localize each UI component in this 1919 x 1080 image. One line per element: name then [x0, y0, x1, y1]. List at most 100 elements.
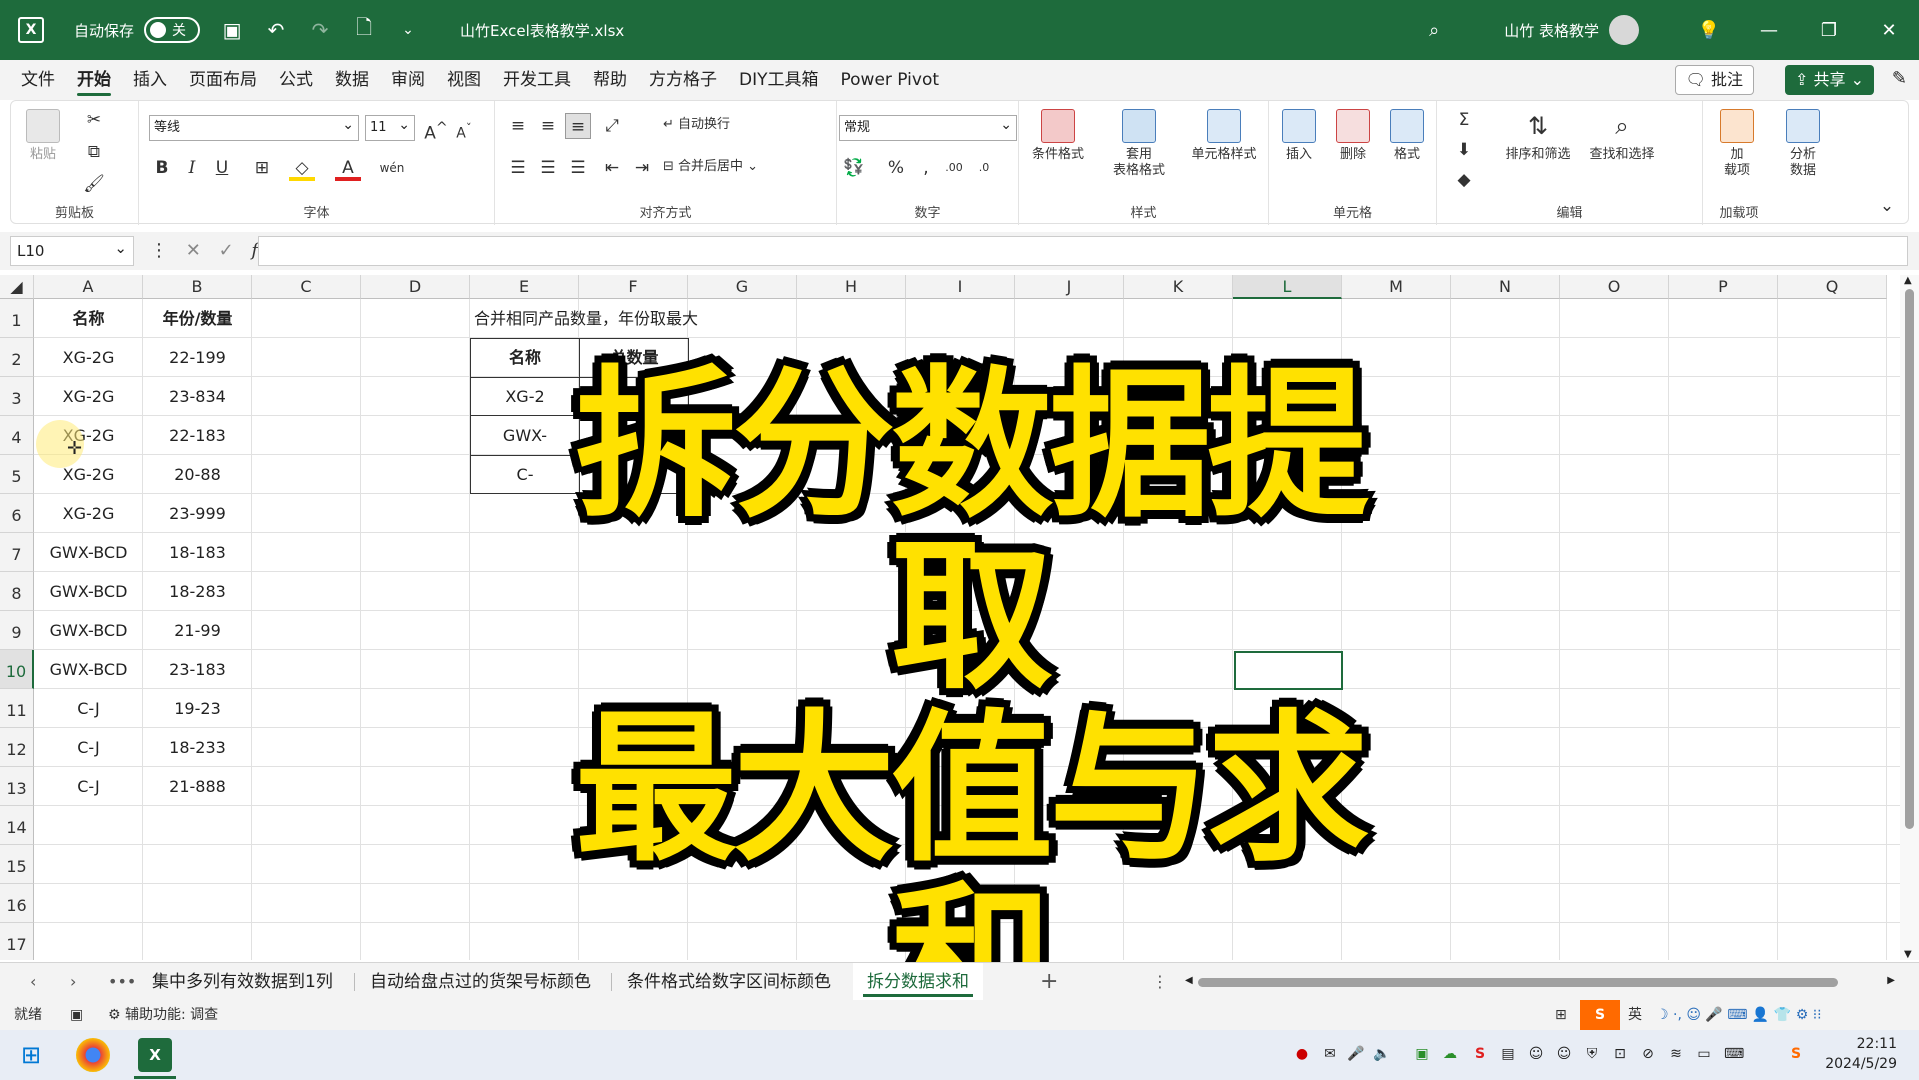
menu-tab[interactable]: 审阅 — [380, 60, 436, 100]
align-top-icon[interactable]: ≡ — [505, 113, 531, 139]
excel-taskbar-icon[interactable]: X — [138, 1038, 172, 1072]
cancel-icon[interactable]: ✕ — [186, 240, 201, 261]
add-sheet-button[interactable]: + — [1040, 963, 1058, 1001]
enter-icon[interactable]: ✓ — [219, 240, 234, 261]
column-header[interactable]: E — [470, 275, 579, 299]
row-header[interactable]: 11 — [0, 689, 34, 728]
column-header[interactable]: N — [1451, 275, 1560, 299]
currency-icon[interactable]: 💱 — [841, 155, 867, 181]
bold-icon[interactable]: B — [149, 155, 175, 181]
lightbulb-icon[interactable]: 💡 — [1679, 20, 1739, 41]
tab-split-icon[interactable]: ⋮ — [1152, 963, 1168, 1001]
file-name[interactable]: 山竹Excel表格教学.xlsx — [460, 20, 624, 41]
macro-record-icon[interactable]: ▣ — [70, 1000, 83, 1030]
ime-language[interactable]: 英 — [1628, 1000, 1642, 1030]
find-select-button[interactable]: ⌕ 查找和选择 — [1581, 109, 1663, 163]
collapse-ribbon-icon[interactable]: ⌄ — [1874, 193, 1900, 219]
sogou-tray-icon[interactable]: S — [1470, 1044, 1490, 1064]
row-header[interactable]: 17 — [0, 923, 34, 960]
sheet-tab-3[interactable]: 条件格式给数字区间标颜色 — [613, 963, 845, 1001]
autosave-toggle[interactable]: 关 — [144, 17, 201, 43]
format-cells-button[interactable]: 格式 — [1381, 109, 1433, 163]
increase-indent-icon[interactable]: ⇥ — [629, 155, 655, 181]
cell-A6[interactable]: XG-2G — [34, 494, 143, 533]
normal-view-icon[interactable]: ⊞ — [1555, 1000, 1567, 1030]
column-header[interactable]: L — [1233, 275, 1342, 299]
align-center-icon[interactable]: ☰ — [535, 155, 561, 181]
scroll-right-icon[interactable]: ▶ — [1887, 975, 1895, 986]
row-header[interactable]: 16 — [0, 884, 34, 923]
windows-start-icon[interactable]: ⊞ — [14, 1038, 48, 1072]
row-header[interactable]: 5 — [0, 455, 34, 494]
row-header[interactable]: 15 — [0, 845, 34, 884]
cell-B3[interactable]: 23-834 — [143, 377, 252, 416]
comma-icon[interactable]: , — [913, 155, 939, 181]
more-icon[interactable]: ⋮ — [150, 240, 168, 261]
scroll-down-icon[interactable]: ▼ — [1904, 949, 1912, 960]
menu-tab[interactable]: 公式 — [268, 60, 324, 100]
cell-E1-note[interactable]: 合并相同产品数量，年份取最大 — [470, 299, 698, 338]
phonetic-icon[interactable]: wén — [379, 155, 405, 181]
name-box[interactable]: L10 — [10, 234, 134, 266]
ime-tools-icons[interactable]: ☽ ·, ☺ 🎤 ⌨ 👤 👕 ⚙ ⁝⁝ — [1656, 1000, 1822, 1030]
formula-input[interactable] — [258, 236, 1908, 266]
tray-icon-1[interactable]: ✉ — [1320, 1044, 1340, 1064]
clear-icon[interactable]: ◆ — [1451, 167, 1477, 193]
share-button[interactable]: ⇪ 共享 ⌄ — [1784, 65, 1874, 95]
tray-icon-3[interactable]: ⊡ — [1610, 1044, 1630, 1064]
battery-icon[interactable]: ▭ — [1694, 1044, 1714, 1064]
close-icon[interactable]: ✕ — [1859, 20, 1919, 41]
borders-icon[interactable]: ⊞ — [249, 155, 275, 181]
row-header[interactable]: 1 — [0, 299, 34, 338]
cell-A8[interactable]: GWX-BCD — [34, 572, 143, 611]
row-header[interactable]: 6 — [0, 494, 34, 533]
row-header[interactable]: 8 — [0, 572, 34, 611]
menu-tab[interactable]: 视图 — [436, 60, 492, 100]
underline-icon[interactable]: U — [209, 155, 235, 181]
undo-icon[interactable]: ↶ — [264, 18, 288, 42]
row-header[interactable]: 9 — [0, 611, 34, 650]
tray-icon-2[interactable]: ▤ — [1498, 1044, 1518, 1064]
menu-tab[interactable]: 方方格子 — [638, 60, 728, 100]
cell-B7[interactable]: 18-183 — [143, 533, 252, 572]
format-painter-icon[interactable]: 🖌 — [81, 171, 107, 197]
horizontal-scrollbar[interactable]: ◀ ▶ — [1185, 963, 1895, 1001]
vertical-scrollbar[interactable]: ▲ ▼ — [1900, 275, 1919, 960]
scroll-up-icon[interactable]: ▲ — [1904, 275, 1912, 286]
cell-B9[interactable]: 21-99 — [143, 611, 252, 650]
cell-B5[interactable]: 20-88 — [143, 455, 252, 494]
cell-B10[interactable]: 23-183 — [143, 650, 252, 689]
font-color-icon[interactable]: A — [335, 155, 361, 181]
fill-color-icon[interactable]: ◇ — [289, 155, 315, 181]
row-header[interactable]: 4 — [0, 416, 34, 455]
conditional-format-button[interactable]: 条件格式 — [1023, 109, 1093, 163]
qq-icon-2[interactable]: ☺ — [1554, 1044, 1574, 1064]
cell-A10[interactable]: GWX-BCD — [34, 650, 143, 689]
column-header[interactable]: Q — [1778, 275, 1887, 299]
feedback-icon[interactable]: ✎ — [1892, 68, 1907, 89]
paste-button[interactable]: 粘贴 — [23, 109, 63, 163]
row-header[interactable]: 3 — [0, 377, 34, 416]
decrease-indent-icon[interactable]: ⇤ — [599, 155, 625, 181]
restore-icon[interactable]: ❐ — [1799, 20, 1859, 41]
sheet-tab-2[interactable]: 自动给盘点过的货架号标颜色 — [356, 963, 605, 1001]
sogou-icon-2[interactable]: S — [1786, 1044, 1806, 1064]
cell-A2[interactable]: XG-2G — [34, 338, 143, 377]
cell-B12[interactable]: 18-233 — [143, 728, 252, 767]
cell-B13[interactable]: 21-888 — [143, 767, 252, 806]
clock[interactable]: 22:11 2024/5/29 — [1825, 1034, 1897, 1074]
keyboard-icon[interactable]: ⌨ — [1724, 1044, 1744, 1064]
decrease-decimal-icon[interactable]: .0 — [971, 155, 997, 181]
column-header[interactable]: K — [1124, 275, 1233, 299]
prev-sheet-icon[interactable]: ‹ — [30, 963, 36, 1001]
qq-icon[interactable]: ☺ — [1526, 1044, 1546, 1064]
cell-B4[interactable]: 22-183 — [143, 416, 252, 455]
number-format-select[interactable]: 常规 — [839, 113, 1017, 141]
orientation-icon[interactable]: ⤢ — [599, 113, 625, 139]
scroll-left-icon[interactable]: ◀ — [1185, 975, 1193, 986]
sheet-tab-1[interactable]: 集中多列有效数据到1列 — [138, 963, 347, 1001]
align-middle-icon[interactable]: ≡ — [535, 113, 561, 139]
analyze-data-button[interactable]: 分析 数据 — [1775, 109, 1831, 179]
menu-tab[interactable]: 开发工具 — [492, 60, 582, 100]
row-header[interactable]: 2 — [0, 338, 34, 377]
